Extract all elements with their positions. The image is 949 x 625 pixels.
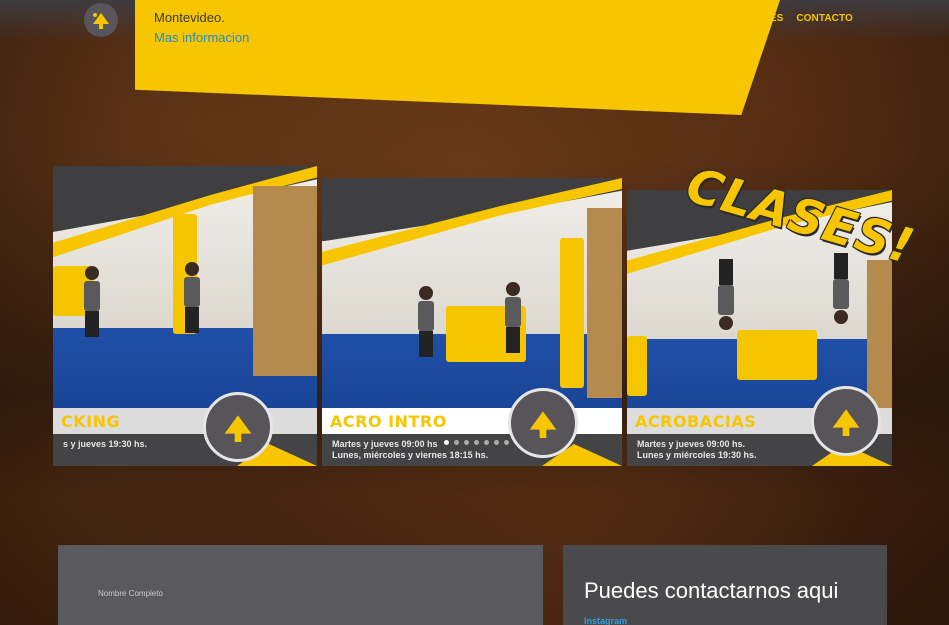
nav-clases[interactable]: CLASES (742, 13, 783, 24)
kinetik-badge-icon (811, 386, 881, 456)
slide-photo-person (717, 259, 735, 330)
kinetik-logo-icon[interactable] (84, 3, 118, 37)
class-slide[interactable]: CKING s y jueves 19:30 hs. (53, 166, 317, 466)
slide-photo-mat (560, 238, 584, 388)
slide-photo-mat (627, 336, 647, 396)
slider-dot[interactable] (444, 440, 449, 445)
slide-photo-wood (253, 186, 317, 376)
slide-photo-wood (587, 208, 622, 398)
slider-dot[interactable] (484, 440, 489, 445)
contact-title: Puedes contactarnos aqui (584, 578, 839, 603)
slider-dot[interactable] (494, 440, 499, 445)
more-info-link[interactable]: Mas informacion (154, 30, 249, 45)
slider-dot[interactable] (454, 440, 459, 445)
city-text: Montevideo. (154, 10, 225, 25)
instagram-link[interactable]: Instagram (584, 616, 627, 625)
schedule-line: s y jueves 19:30 hs. (63, 439, 148, 449)
contact-form-panel (58, 545, 543, 625)
slide-photo-person (832, 253, 850, 324)
full-name-label: Nombre Completo (98, 589, 163, 598)
slide-photo-person (183, 262, 201, 333)
slider-pagination (444, 440, 509, 445)
slide-photo-wood (867, 260, 892, 410)
slide-photo-person (417, 286, 435, 357)
slide-photo-mat (737, 330, 817, 380)
slide-title: CKING (53, 408, 317, 434)
nav-contacto[interactable]: CONTACTO (796, 13, 853, 24)
kinetik-badge-icon (508, 388, 578, 458)
slide-photo-person (83, 266, 101, 337)
slider-dot[interactable] (474, 440, 479, 445)
slider-dot[interactable] (504, 440, 509, 445)
kinetik-badge-icon (203, 392, 273, 462)
class-slide[interactable]: ACRO INTRO Martes y jueves 09:00 hs Lune… (322, 178, 622, 466)
main-nav: INICIO CLASES CONTACTO (698, 13, 853, 24)
nav-inicio[interactable]: INICIO (698, 13, 729, 24)
slide-photo-person (504, 282, 522, 353)
slider-dot[interactable] (464, 440, 469, 445)
